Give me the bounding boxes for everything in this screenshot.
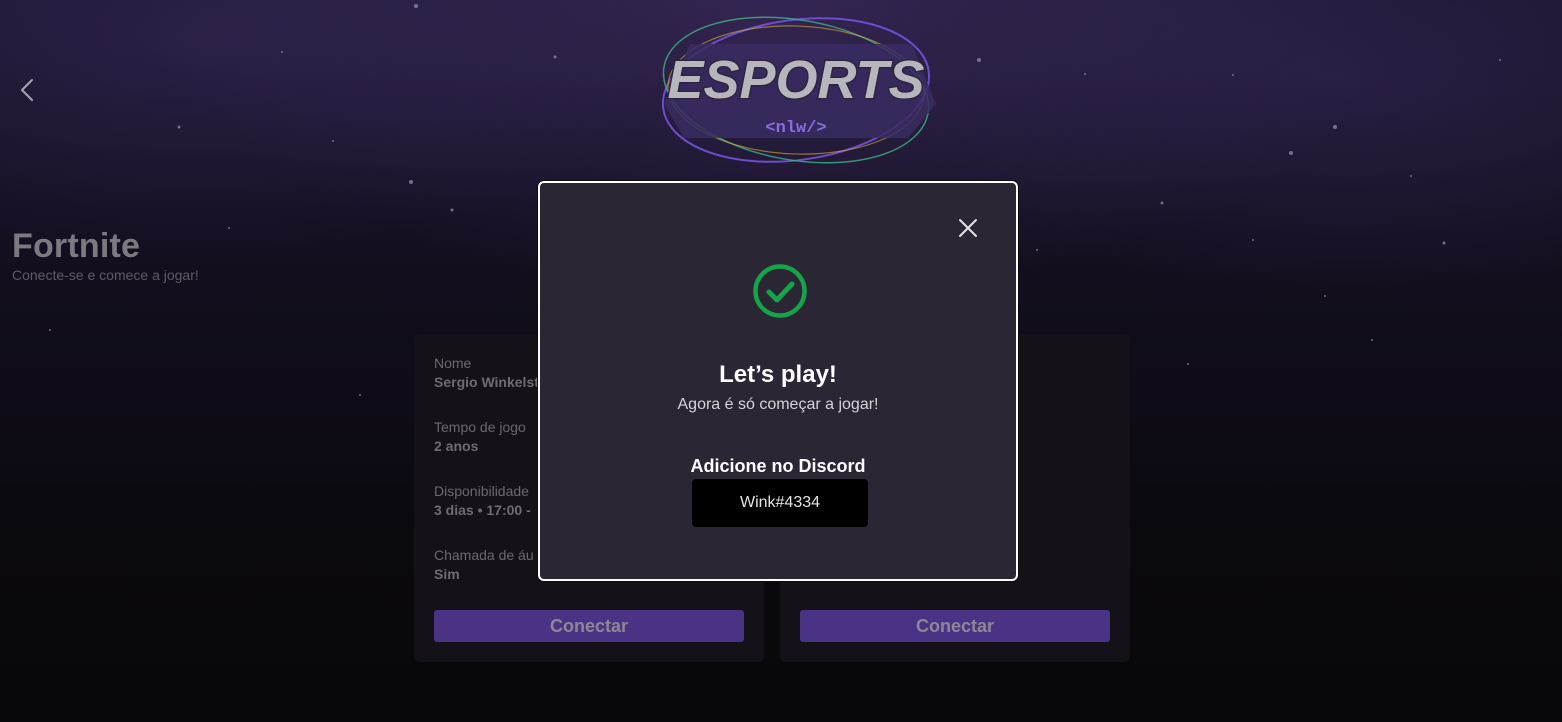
dialog-subtitle: Agora é só começar a jogar! [677, 396, 879, 413]
close-button[interactable] [956, 216, 980, 240]
success-dialog: Let’s play! Agora é só começar a jogar! … [538, 181, 1018, 581]
check-circle-icon [752, 263, 808, 319]
close-icon [959, 219, 977, 237]
dialog-title: Let’s play! [719, 361, 837, 388]
discord-label: Adicione no Discord [690, 456, 866, 476]
discord-username-button[interactable]: Wink#4334 [692, 479, 868, 527]
